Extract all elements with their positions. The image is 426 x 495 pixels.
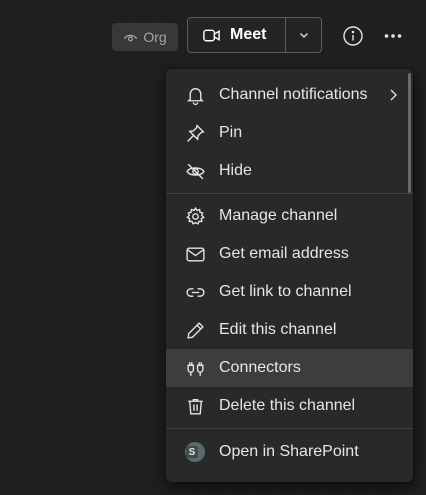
menu-item-label: Delete this channel [219, 397, 356, 414]
eye-icon [124, 34, 138, 41]
menu-item-label: Connectors [219, 359, 301, 376]
pencil-icon [186, 321, 204, 339]
menu-item-delete-this-channel[interactable]: Delete this channel [166, 387, 413, 425]
link-icon [185, 287, 205, 297]
sharepoint-icon: S [185, 442, 205, 462]
menu-item-get-email-address[interactable]: Get email address [166, 235, 413, 273]
menu-item-manage-channel[interactable]: Manage channel [166, 197, 413, 235]
menu-item-label: Get link to channel [219, 283, 352, 300]
chevron-right-icon [390, 89, 397, 101]
menu-item-label: Channel notifications [219, 86, 368, 103]
menu-item-channel-notifications[interactable]: Channel notifications [166, 76, 413, 114]
menu-item-label: Open in SharePoint [219, 443, 359, 460]
channel-header: Org Meet [0, 0, 426, 70]
menu-item-label: Edit this channel [219, 321, 337, 338]
channel-info-button[interactable] [342, 25, 364, 47]
menu-item-label: Pin [219, 124, 243, 141]
meet-label: Meet [230, 26, 267, 43]
channel-options-menu: Channel notifications Pin Hide Manage ch… [166, 69, 413, 482]
menu-item-hide[interactable]: Hide [166, 152, 413, 190]
menu-divider [166, 193, 413, 194]
menu-item-label: Get email address [219, 245, 349, 262]
menu-item-label: Manage channel [219, 207, 338, 224]
mail-icon [185, 247, 205, 261]
menu-item-pin[interactable]: Pin [166, 114, 413, 152]
info-icon [343, 26, 363, 46]
trash-icon [187, 398, 203, 415]
menu-item-label: Hide [219, 162, 252, 179]
bell-icon [186, 87, 204, 105]
menu-item-get-link-to-channel[interactable]: Get link to channel [166, 273, 413, 311]
pin-icon [186, 123, 205, 142]
menu-item-open-in-sharepoint[interactable]: S Open in SharePoint [166, 433, 413, 471]
more-horizontal-icon [384, 34, 402, 38]
menu-item-connectors[interactable]: Connectors [166, 349, 413, 387]
menu-item-edit-this-channel[interactable]: Edit this channel [166, 311, 413, 349]
more-options-button[interactable] [382, 25, 404, 47]
chevron-down-icon [299, 33, 308, 38]
menu-divider [166, 428, 413, 429]
meet-options-button[interactable] [286, 18, 321, 52]
video-camera-icon [203, 29, 220, 41]
meet-split-button: Meet [187, 17, 322, 53]
gear-icon [185, 206, 205, 225]
meet-button[interactable]: Meet [188, 18, 286, 52]
org-label: Org [143, 29, 167, 45]
eye-off-icon [185, 163, 205, 179]
org-badge[interactable]: Org [112, 23, 178, 51]
plug-icon [186, 361, 204, 376]
